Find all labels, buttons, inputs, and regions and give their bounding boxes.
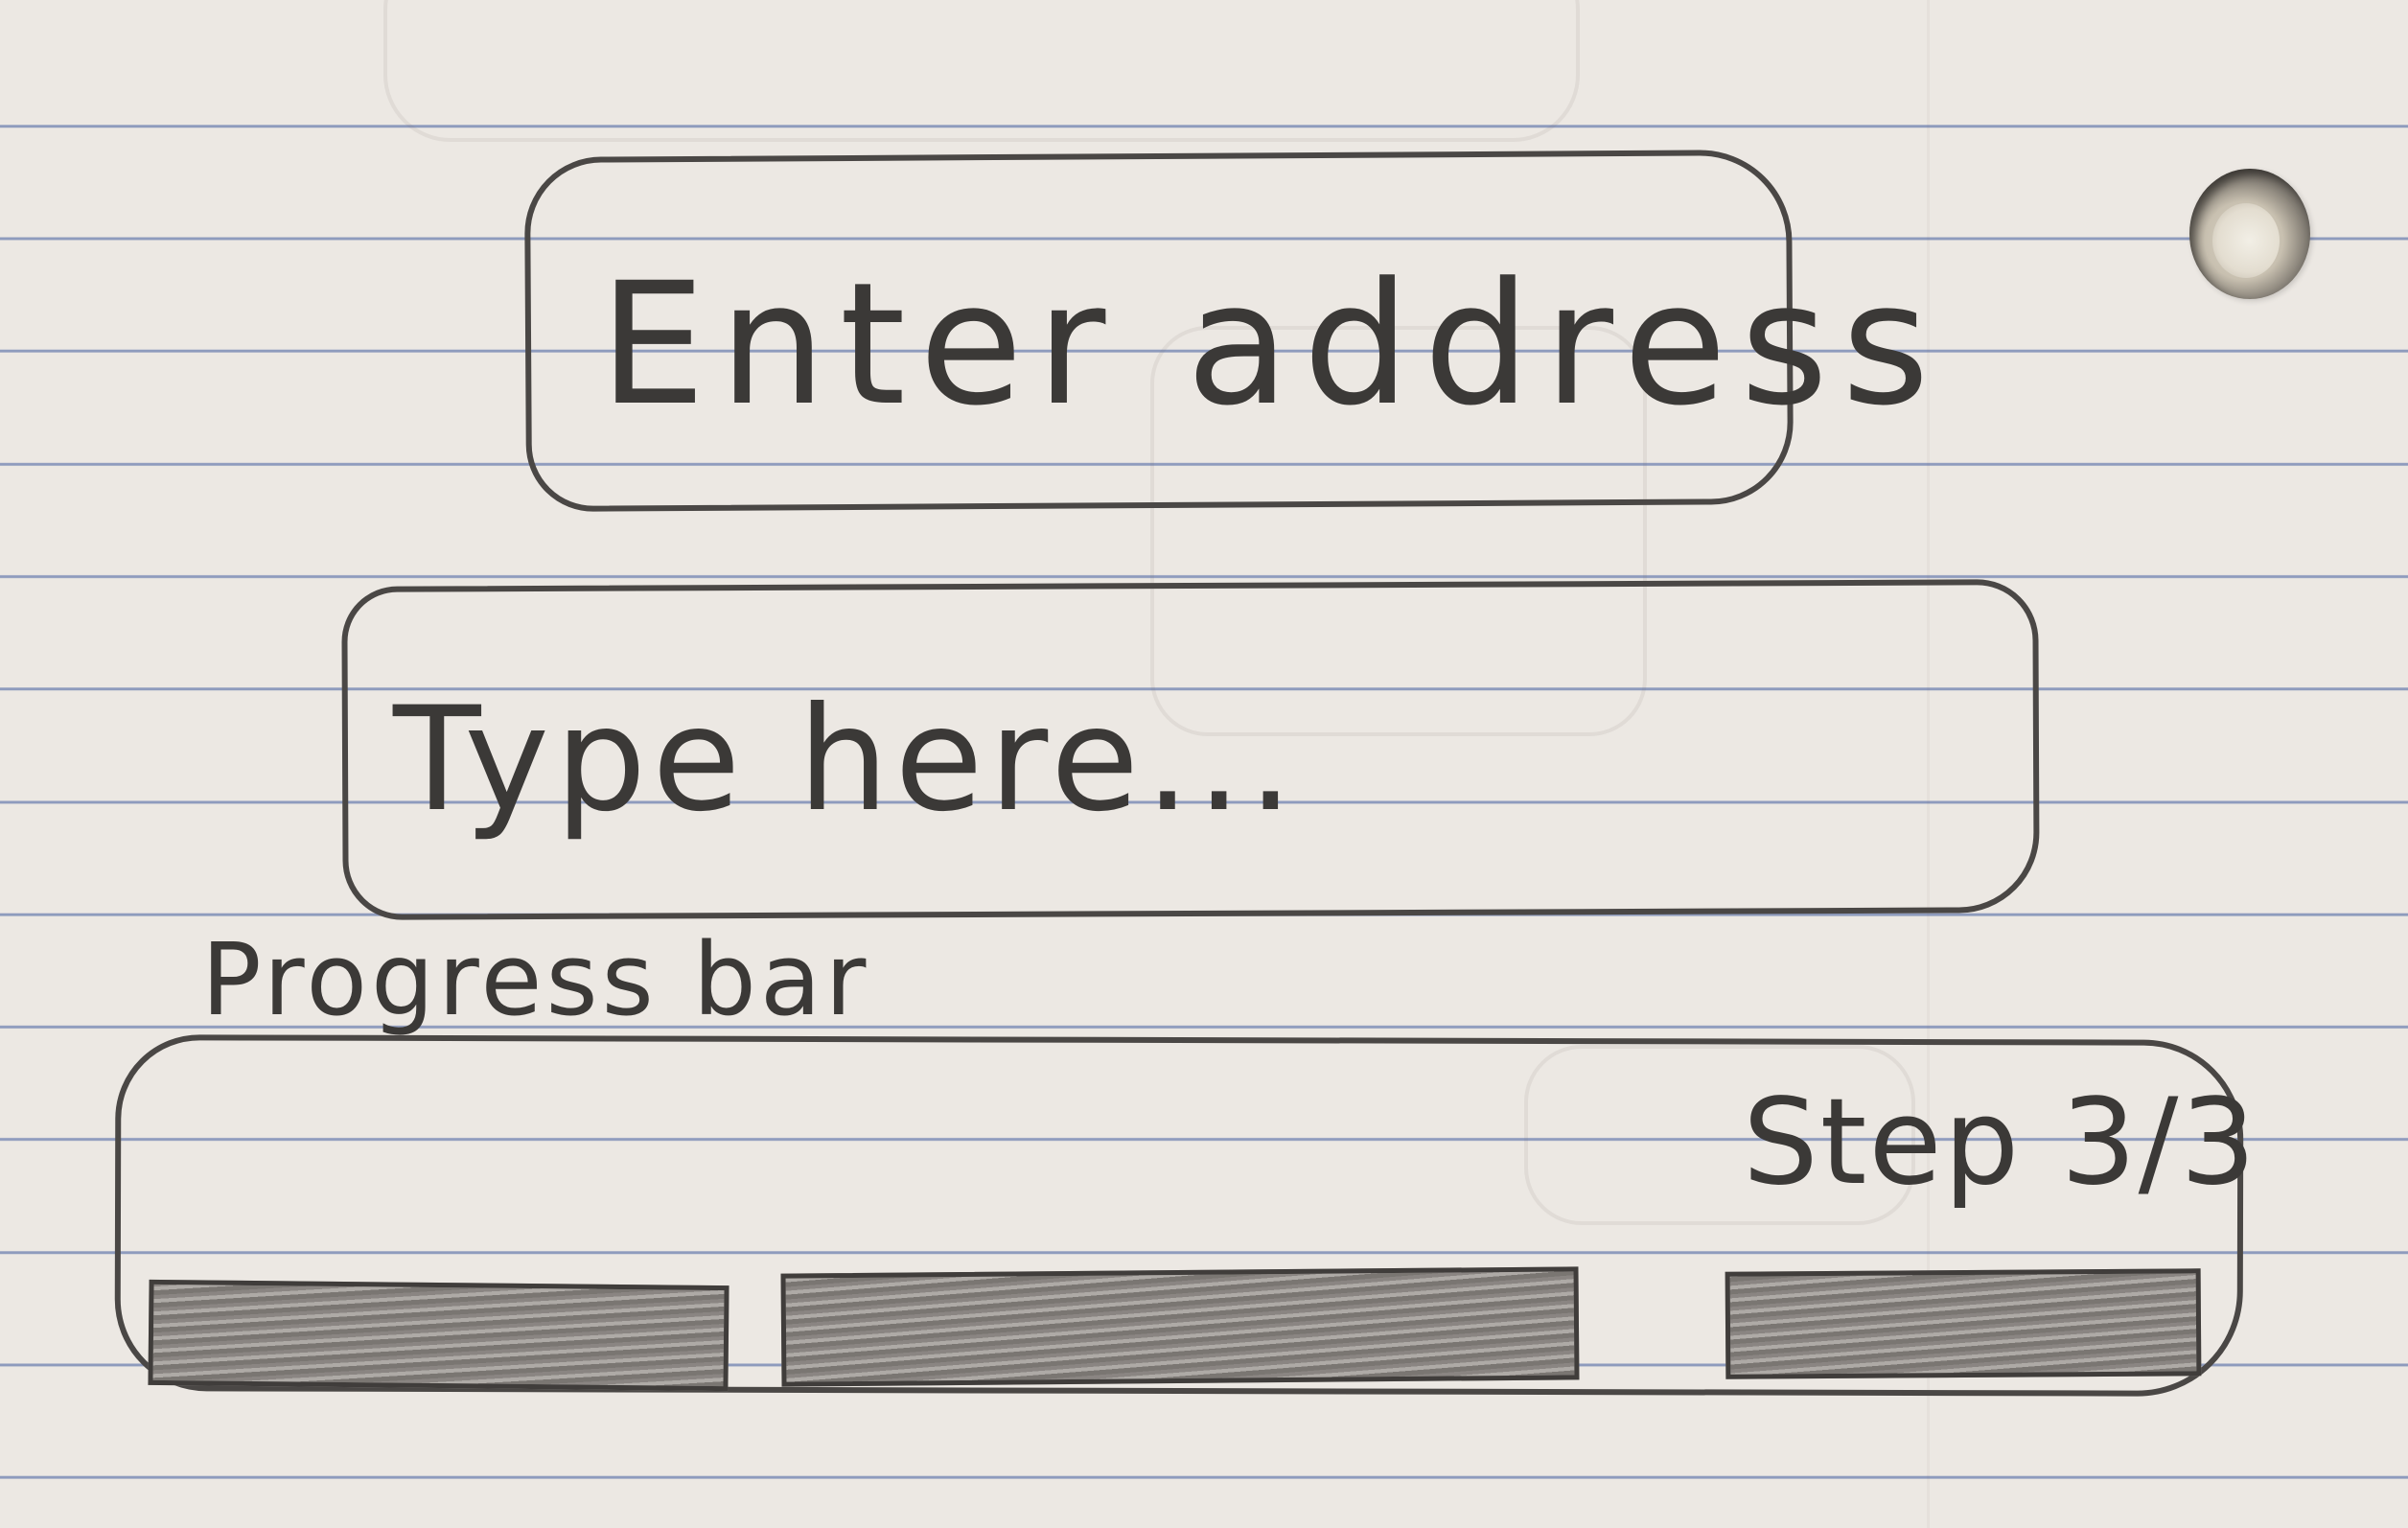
address-input-placeholder: Type here... [393,677,1300,844]
progress-bar-label: Progress bar [201,921,870,1038]
progress-segment-1 [148,1279,729,1392]
punch-hole [2189,169,2310,299]
progress-segment-2 [780,1266,1580,1387]
progress-segment-3 [1725,1268,2202,1379]
progress-step-indicator: Step 3/3 [1743,1074,2258,1212]
punch-hole-center [2212,203,2280,278]
bleed-through-box [383,0,1580,142]
page-title: Enter address [599,246,1943,443]
